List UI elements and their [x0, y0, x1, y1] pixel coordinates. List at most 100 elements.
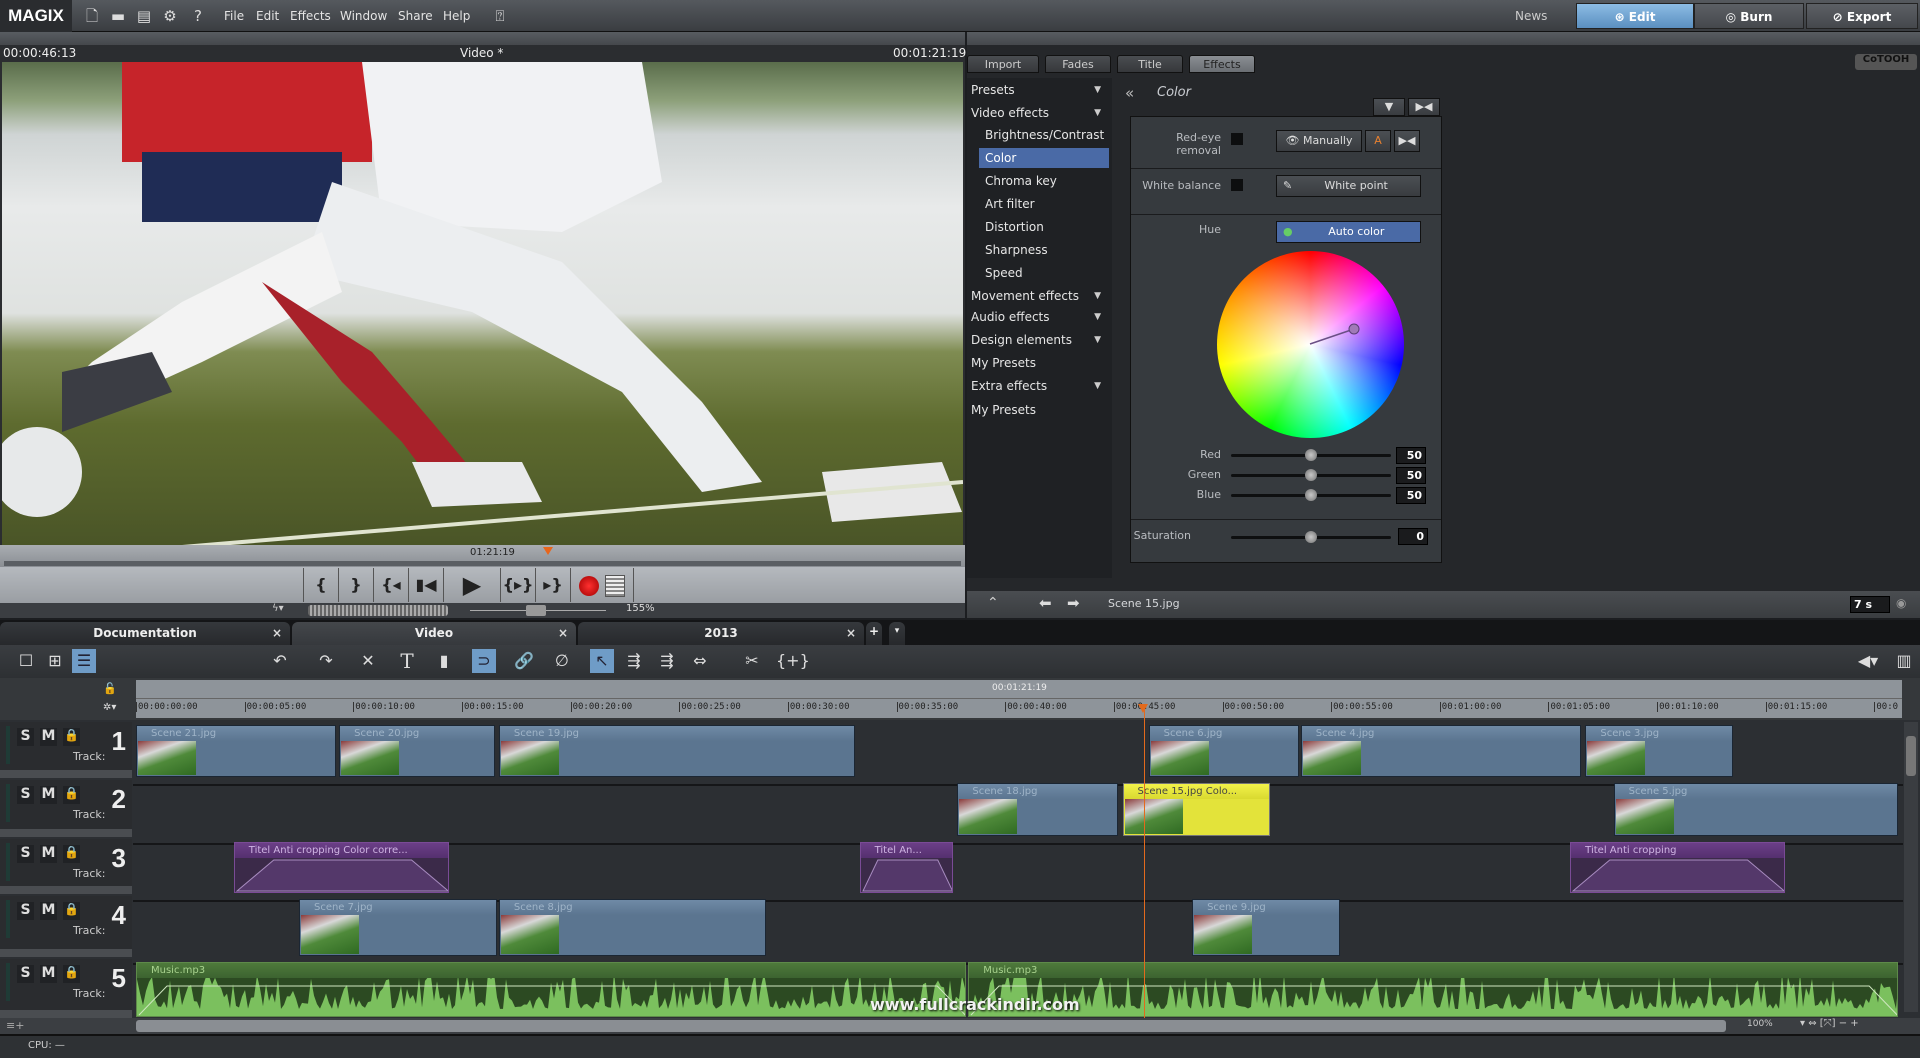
stretch-mode-icon[interactable]: ⇔	[688, 649, 712, 673]
text-title-icon[interactable]: T	[395, 649, 419, 673]
title-clip[interactable]: Titel Anti cropping Color corre...	[234, 842, 449, 893]
next-object-icon[interactable]: ➡	[1067, 594, 1080, 612]
burn-mode-button[interactable]: ◎ Burn	[1694, 3, 1804, 29]
tab-menu-button[interactable]: ▾	[889, 622, 905, 645]
track-number[interactable]: 4	[112, 900, 126, 931]
zoom-level[interactable]: 155%	[626, 603, 655, 614]
solo-button[interactable]: S	[17, 786, 34, 804]
group-link-icon[interactable]: 🔗	[512, 649, 536, 673]
saturation-value[interactable]: 0	[1398, 528, 1428, 545]
video-clip[interactable]: Scene 19.jpg	[499, 725, 856, 777]
effect-item-brightness-contrast[interactable]: Brightness/Contrast	[979, 125, 1109, 145]
video-clip[interactable]: Scene 3.jpg	[1585, 725, 1733, 777]
effect-item-design-elements[interactable]: Design elements ▼	[971, 330, 1109, 350]
close-icon[interactable]: ×	[846, 622, 856, 645]
video-clip[interactable]: Scene 6.jpg	[1149, 725, 1299, 777]
ruler-options-icon[interactable]: ✲▾	[103, 702, 116, 713]
title-clip[interactable]: Titel An...	[860, 842, 954, 893]
solo-button[interactable]: S	[17, 902, 34, 920]
insert-mode-icon[interactable]: {+}	[776, 649, 800, 673]
audio-clip[interactable]: Music.mp3	[968, 962, 1898, 1017]
zoom-slider-knob[interactable]	[526, 605, 546, 616]
effect-item-chroma-key[interactable]: Chroma key	[979, 171, 1109, 191]
open-folder-icon[interactable]: ▬	[108, 6, 128, 26]
effect-item-art-filter[interactable]: Art filter	[979, 194, 1109, 214]
menu-edit[interactable]: Edit	[256, 0, 279, 32]
mute-button[interactable]: M	[40, 845, 57, 863]
mouse-mode-pointer-icon[interactable]: ↖	[590, 649, 614, 673]
play-button[interactable]: ▶	[443, 568, 500, 602]
effect-item-speed[interactable]: Speed	[979, 263, 1109, 283]
export-mode-button[interactable]: ⊘ Export	[1806, 3, 1918, 29]
video-clip[interactable]: Scene 7.jpg	[299, 899, 497, 956]
effect-item-video-effects[interactable]: Video effects ▼	[971, 103, 1109, 123]
red-knob[interactable]	[1305, 449, 1317, 461]
snap-icon[interactable]: ⊃	[472, 649, 496, 673]
lock-icon[interactable]: 🔓	[103, 682, 117, 695]
close-icon[interactable]: ×	[272, 622, 282, 645]
duration-confirm-icon[interactable]: ◉	[1896, 596, 1906, 610]
expand-up-icon[interactable]: ⌃	[987, 595, 999, 611]
manually-button[interactable]: 👁 Manually	[1276, 130, 1362, 152]
record-options-icon[interactable]	[605, 575, 625, 597]
settings-gear-icon[interactable]: ⚙	[160, 6, 180, 26]
track-lane-1[interactable]: Scene 21.jpg Scene 20.jpg Scene 19.jpg Scen…	[133, 722, 1903, 786]
marker-icon[interactable]: ▮	[432, 649, 456, 673]
lock-icon[interactable]: 🔒	[63, 786, 80, 804]
volume-icon[interactable]: ◀▾	[1856, 649, 1880, 673]
hue-handle[interactable]	[1217, 251, 1404, 438]
lock-icon[interactable]: 🔒	[63, 902, 80, 920]
mute-button[interactable]: M	[40, 902, 57, 920]
solo-button[interactable]: S	[17, 728, 34, 746]
mark-in-button[interactable]: {	[303, 568, 338, 602]
mute-button[interactable]: M	[40, 786, 57, 804]
jog-wheel[interactable]	[308, 605, 448, 616]
menu-effects[interactable]: Effects	[290, 0, 331, 32]
track-lane-3[interactable]: Titel Anti cropping Color corre... Titel …	[133, 839, 1903, 902]
menu-help[interactable]: Help	[443, 0, 470, 32]
video-clip[interactable]: Scene 18.jpg	[957, 783, 1118, 836]
compare-button[interactable]: ▶◀	[1408, 98, 1440, 116]
menu-file[interactable]: File	[224, 0, 244, 32]
storyboard-view-icon[interactable]: ☐	[14, 649, 38, 673]
undo-icon[interactable]: ↶	[268, 649, 292, 673]
red-slider[interactable]	[1231, 454, 1391, 457]
news-link[interactable]: News	[1515, 0, 1547, 32]
timeline-view-icon[interactable]: ☰	[72, 649, 96, 673]
red-eye-checkbox[interactable]	[1231, 133, 1243, 145]
effect-item-sharpness[interactable]: Sharpness	[979, 240, 1109, 260]
blue-value[interactable]: 50	[1396, 487, 1426, 504]
title-clip[interactable]: Titel Anti cropping	[1570, 842, 1785, 893]
go-to-in-button[interactable]: {◂	[373, 568, 408, 602]
razor-cut-icon[interactable]: ✂	[740, 649, 764, 673]
tab-video[interactable]: Video ×	[292, 622, 576, 645]
track-number[interactable]: 1	[112, 726, 126, 757]
tab-title[interactable]: Title	[1117, 55, 1183, 73]
vertical-scrollbar[interactable]	[1904, 722, 1918, 1012]
tab-fades[interactable]: Fades	[1045, 55, 1111, 73]
white-point-button[interactable]: ✎ White point	[1276, 175, 1421, 197]
lock-icon[interactable]: 🔒	[63, 845, 80, 863]
redo-icon[interactable]: ↷	[314, 649, 338, 673]
tab-import[interactable]: Import	[967, 55, 1039, 73]
saturation-knob[interactable]	[1305, 531, 1317, 543]
red-eye-compare-button[interactable]: ▶◀	[1394, 130, 1420, 152]
auto-red-eye-button[interactable]: A	[1365, 130, 1391, 152]
scroll-thumb[interactable]	[1906, 736, 1916, 776]
timeline-zoom-level[interactable]: 100%	[1747, 1019, 1773, 1029]
track-number[interactable]: 3	[112, 843, 126, 874]
video-clip[interactable]: Scene 4.jpg	[1301, 725, 1581, 777]
horizontal-scrollbar[interactable]: ≡+ 100% ▾ ⇔ [⤧] − +	[0, 1018, 1920, 1034]
scene-overview-icon[interactable]: ⊞	[43, 649, 67, 673]
track-number[interactable]: 5	[112, 963, 126, 994]
hue-color-wheel[interactable]	[1217, 251, 1404, 438]
speed-icon[interactable]: ϟ▾	[272, 603, 284, 614]
mute-button[interactable]: M	[40, 728, 57, 746]
play-range-button[interactable]: {▸}	[500, 568, 535, 602]
playhead-line[interactable]	[1144, 710, 1145, 1018]
video-clip[interactable]: Scene 9.jpg	[1192, 899, 1340, 956]
effect-item-extra-effects[interactable]: Extra effects ▼	[971, 376, 1109, 396]
effect-item-distortion[interactable]: Distortion	[979, 217, 1109, 237]
effect-item-my-presets[interactable]: My Presets	[971, 400, 1109, 420]
add-track-icon[interactable]: ≡+	[6, 1019, 24, 1032]
